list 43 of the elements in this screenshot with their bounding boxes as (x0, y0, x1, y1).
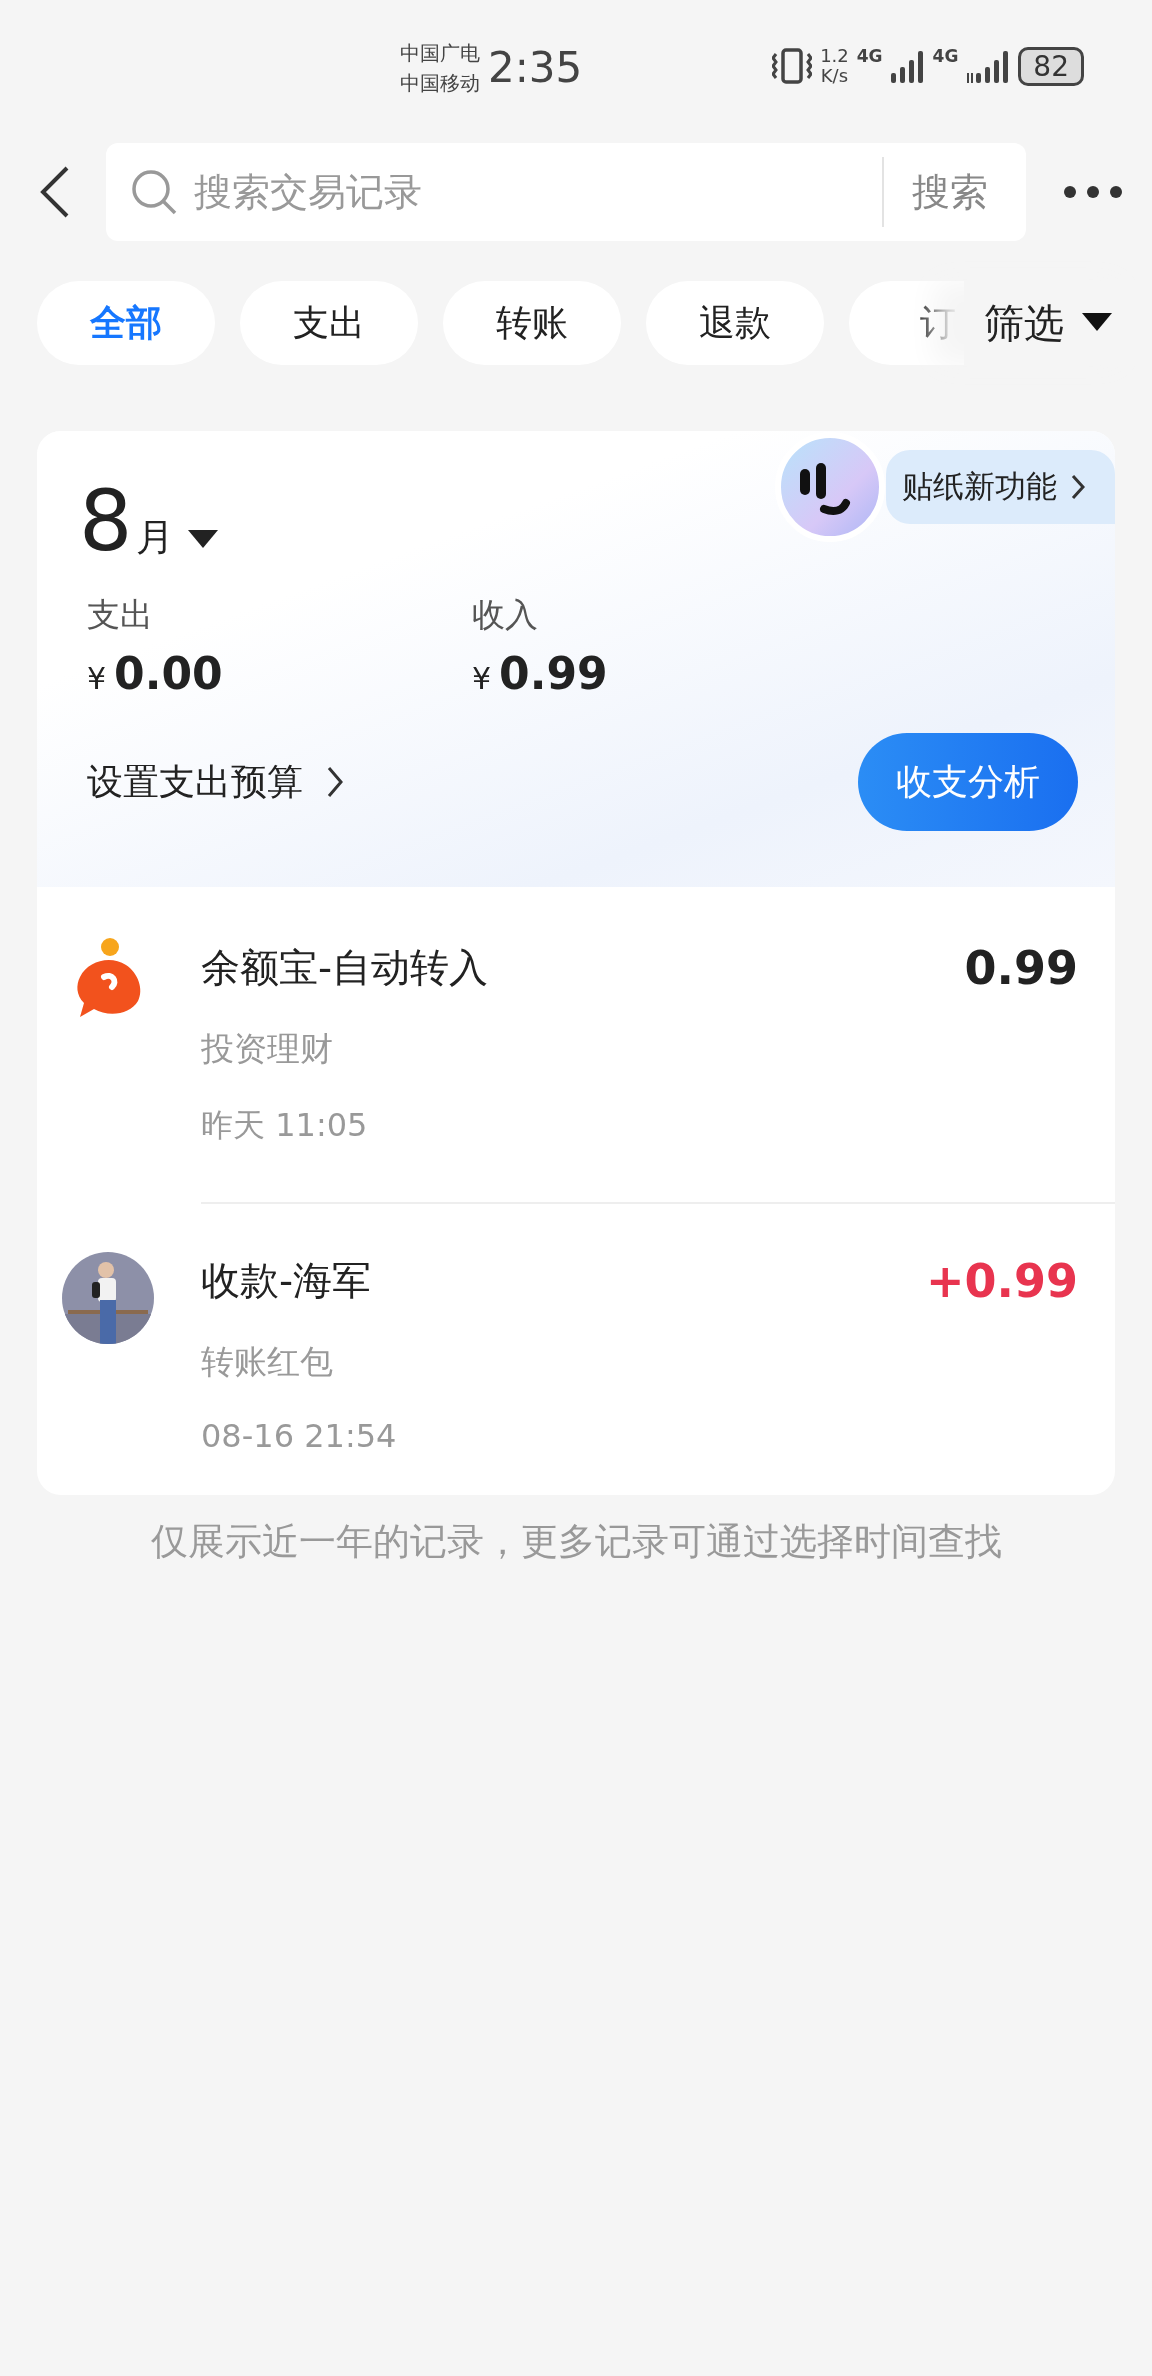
search-icon (130, 168, 178, 216)
transaction-category: 投资理财 (201, 1028, 334, 1070)
vibrate-icon (772, 48, 813, 84)
transaction-amount: +0.99 (925, 1254, 1078, 1310)
signal-icon (966, 49, 1011, 83)
analysis-button[interactable]: 收支分析 (858, 733, 1078, 831)
more-icon[interactable] (1062, 184, 1124, 200)
expense-amount: 0.00 (114, 648, 223, 699)
budget-link[interactable]: 设置支出预算 (79, 757, 343, 807)
back-icon[interactable] (40, 166, 70, 218)
chevron-right-icon (327, 766, 343, 798)
chevron-right-icon (1071, 474, 1085, 500)
caret-icon (1082, 313, 1112, 333)
search-field[interactable]: 搜索交易记录 搜索 (106, 143, 1026, 241)
filter-tab[interactable]: 支出 (240, 281, 418, 365)
transaction-title[interactable]: 余额宝-自动转入 (201, 941, 489, 995)
filter-tab[interactable]: 转账 (443, 281, 621, 365)
income-label: 收入 (472, 594, 539, 636)
clock-time: 2:35 (488, 43, 583, 92)
carrier-names: 中国广电 中国移动 (400, 39, 480, 97)
transaction-time: 昨天 11:05 (201, 1105, 369, 1146)
transaction-title[interactable]: 收款-海军 (201, 1254, 397, 1308)
battery-level: 82 (1018, 46, 1084, 86)
expense-label: 支出 (87, 594, 154, 636)
network-type: 4G (856, 46, 883, 66)
filter-tab[interactable]: 全部 (37, 281, 215, 365)
filter-tab[interactable]: 退款 (646, 281, 824, 365)
signal-icon (890, 49, 925, 83)
search-button[interactable]: 搜索 (898, 166, 1002, 218)
network-type: 4G (932, 46, 959, 66)
caret-icon[interactable] (188, 530, 219, 550)
currency-sign: ¥ (87, 661, 107, 696)
currency-sign: ¥ (472, 661, 492, 696)
transaction-category: 转账红包 (201, 1341, 334, 1383)
transaction-amount: 0.99 (964, 941, 1078, 997)
footer-note: 仅展示近一年的记录，更多记录可通过选择时间查找 (149, 1519, 1003, 1565)
income-amount: 0.99 (499, 648, 608, 699)
network-speed: 1.2 K/s (820, 46, 849, 86)
month-number[interactable]: 8 (79, 479, 133, 563)
month-unit[interactable]: 月 (136, 512, 175, 563)
filter-button[interactable]: 筛选 (964, 281, 1152, 365)
transaction-time: 08-16 21:54 (201, 1417, 397, 1455)
sticker-banner[interactable]: 贴纸新功能 (886, 450, 1115, 524)
